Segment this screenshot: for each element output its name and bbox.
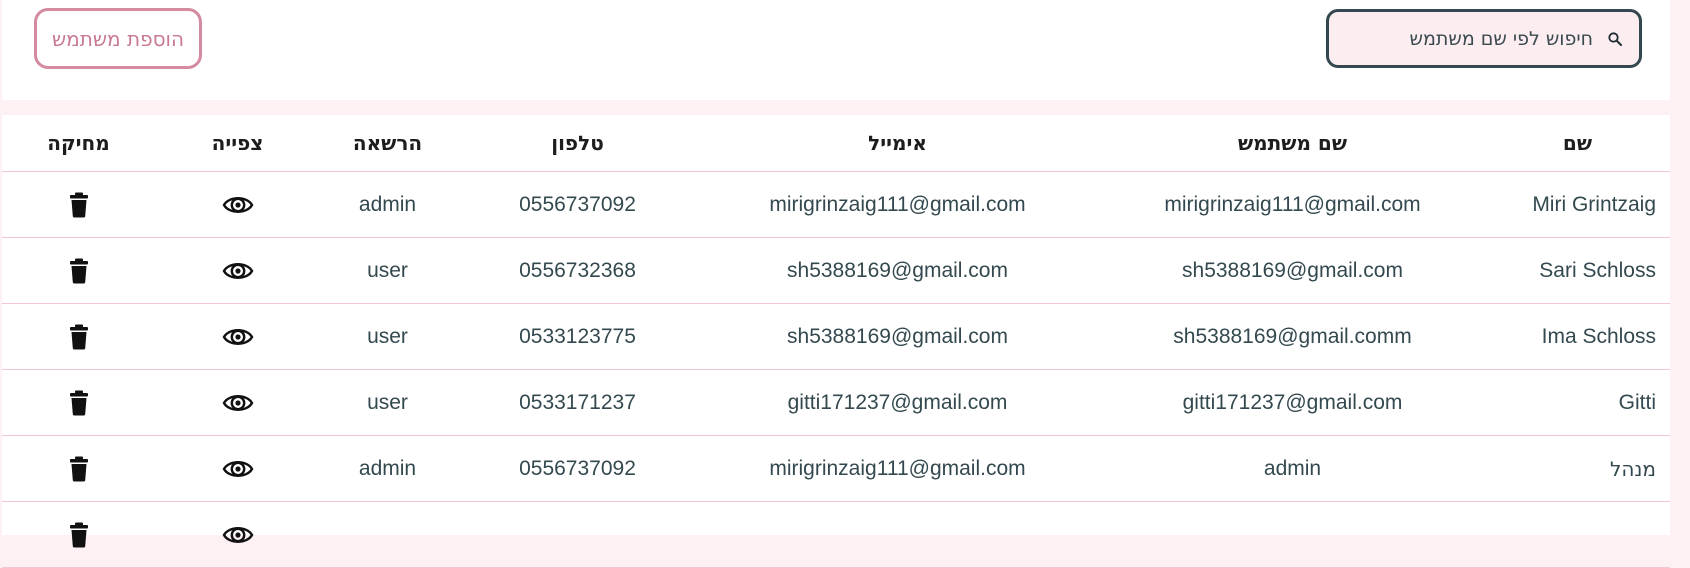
eye-icon[interactable] <box>221 320 255 354</box>
column-header-role: הרשאה <box>320 115 455 172</box>
column-header-view: צפייה <box>155 115 320 172</box>
cell-delete <box>2 303 155 370</box>
trash-icon[interactable] <box>62 386 96 420</box>
cell-username <box>1095 501 1490 568</box>
toolbar: הוספת משתמש <box>2 0 1670 100</box>
search-input[interactable] <box>1353 27 1593 50</box>
cell-view <box>155 369 320 436</box>
cell-username: mirigrinzaig111@gmail.com <box>1095 171 1490 238</box>
table-row: Ima Schloss sh5388169@gmail.comm sh53881… <box>2 303 1670 370</box>
column-header-name: שם <box>1490 115 1670 172</box>
column-header-phone: טלפון <box>455 115 700 172</box>
cell-view <box>155 171 320 238</box>
cell-view <box>155 303 320 370</box>
cell-delete <box>2 171 155 238</box>
table-row: Miri Grintzaig mirigrinzaig111@gmail.com… <box>2 171 1670 238</box>
table-row: Sari Schloss sh5388169@gmail.com sh53881… <box>2 237 1670 304</box>
cell-delete <box>2 237 155 304</box>
cell-name: מנהל <box>1490 435 1670 502</box>
table-header-row: שם שם משתמש אימייל טלפון הרשאה צפייה מחי… <box>2 115 1670 172</box>
eye-icon[interactable] <box>221 518 255 552</box>
eye-icon[interactable] <box>221 188 255 222</box>
cell-delete <box>2 435 155 502</box>
users-table: שם שם משתמש אימייל טלפון הרשאה צפייה מחי… <box>2 115 1670 568</box>
cell-phone: 0556732368 <box>455 237 700 304</box>
table-row: Gitti gitti171237@gmail.com gitti171237@… <box>2 369 1670 436</box>
trash-icon[interactable] <box>62 452 96 486</box>
cell-email: mirigrinzaig111@gmail.com <box>700 171 1095 238</box>
cell-delete <box>2 369 155 436</box>
cell-name: Miri Grintzaig <box>1490 171 1670 238</box>
cell-name: Gitti <box>1490 369 1670 436</box>
column-header-delete: מחיקה <box>2 115 155 172</box>
cell-role: user <box>320 303 455 370</box>
trash-icon[interactable] <box>62 518 96 552</box>
cell-email: sh5388169@gmail.com <box>700 237 1095 304</box>
cell-view <box>155 237 320 304</box>
search-icon <box>1605 29 1625 49</box>
table-body: Miri Grintzaig mirigrinzaig111@gmail.com… <box>2 171 1670 568</box>
cell-username: sh5388169@gmail.com <box>1095 237 1490 304</box>
cell-email <box>700 501 1095 568</box>
cell-phone: 0556737092 <box>455 171 700 238</box>
search-box[interactable] <box>1326 9 1642 68</box>
cell-role <box>320 501 455 568</box>
cell-email: gitti171237@gmail.com <box>700 369 1095 436</box>
cell-phone: 0533171237 <box>455 369 700 436</box>
cell-phone: 0533123775 <box>455 303 700 370</box>
cell-view <box>155 501 320 568</box>
add-user-button[interactable]: הוספת משתמש <box>34 8 202 69</box>
cell-delete <box>2 501 155 568</box>
cell-username: gitti171237@gmail.com <box>1095 369 1490 436</box>
eye-icon[interactable] <box>221 254 255 288</box>
trash-icon[interactable] <box>62 254 96 288</box>
column-header-email: אימייל <box>700 115 1095 172</box>
users-table-panel: שם שם משתמש אימייל טלפון הרשאה צפייה מחי… <box>2 115 1670 568</box>
eye-icon[interactable] <box>221 452 255 486</box>
cell-role: admin <box>320 435 455 502</box>
cell-role: user <box>320 369 455 436</box>
cell-role: admin <box>320 171 455 238</box>
eye-icon[interactable] <box>221 386 255 420</box>
cell-name: Sari Schloss <box>1490 237 1670 304</box>
cell-phone <box>455 501 700 568</box>
cell-phone: 0556737092 <box>455 435 700 502</box>
cell-username: admin <box>1095 435 1490 502</box>
table-row <box>2 501 1670 568</box>
trash-icon[interactable] <box>62 320 96 354</box>
table-row: מנהל admin mirigrinzaig111@gmail.com 055… <box>2 435 1670 502</box>
cell-name <box>1490 501 1670 568</box>
cell-email: mirigrinzaig111@gmail.com <box>700 435 1095 502</box>
cell-role: user <box>320 237 455 304</box>
cell-email: sh5388169@gmail.com <box>700 303 1095 370</box>
trash-icon[interactable] <box>62 188 96 222</box>
cell-name: Ima Schloss <box>1490 303 1670 370</box>
cell-username: sh5388169@gmail.comm <box>1095 303 1490 370</box>
cell-view <box>155 435 320 502</box>
column-header-username: שם משתמש <box>1095 115 1490 172</box>
